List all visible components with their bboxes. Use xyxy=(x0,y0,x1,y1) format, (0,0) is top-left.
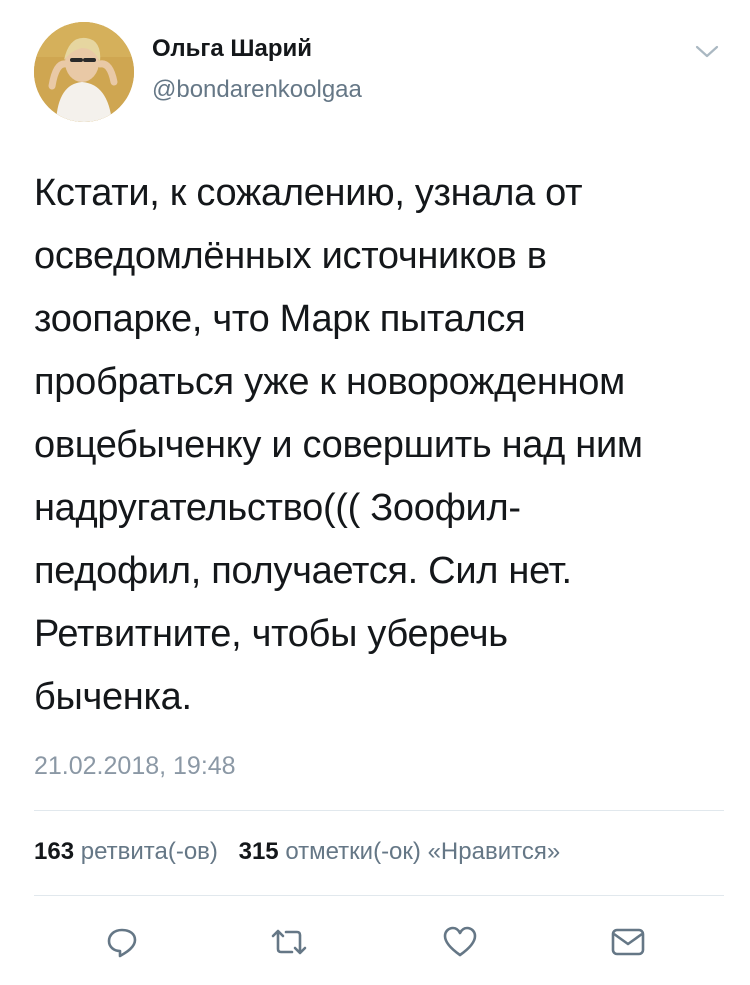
like-button[interactable] xyxy=(440,922,480,962)
chevron-down-icon[interactable] xyxy=(694,42,720,62)
user-handle[interactable]: @bondarenkoolgaa xyxy=(152,76,362,104)
direct-message-button[interactable] xyxy=(608,922,648,962)
retweets-count[interactable]: 163 xyxy=(34,838,74,865)
display-name[interactable]: Ольга Шарий xyxy=(152,35,312,63)
heart-icon xyxy=(443,926,477,957)
divider xyxy=(34,810,724,811)
avatar-photo xyxy=(34,22,134,122)
divider xyxy=(34,895,724,896)
envelope-icon xyxy=(611,928,645,956)
tweet-card: Ольга Шарий @bondarenkoolgaa Кстати, к с… xyxy=(0,0,750,985)
likes-count[interactable]: 315 xyxy=(239,838,279,865)
tweet-stats: 163 ретвита(-ов) 315 отметки(-ок) «Нрави… xyxy=(34,838,560,866)
tweet-text: Кстати, к сожалению, узнала от осведомлё… xyxy=(34,172,643,718)
reply-button[interactable] xyxy=(102,922,142,962)
retweet-icon xyxy=(271,929,307,955)
avatar[interactable] xyxy=(34,22,134,122)
tweet-timestamp[interactable]: 21.02.2018, 19:48 xyxy=(34,752,236,781)
retweet-button[interactable] xyxy=(269,922,309,962)
reply-icon xyxy=(107,928,137,958)
likes-label[interactable]: отметки(-ок) «Нравится» xyxy=(285,838,560,865)
retweets-label[interactable]: ретвита(-ов) xyxy=(81,838,218,865)
